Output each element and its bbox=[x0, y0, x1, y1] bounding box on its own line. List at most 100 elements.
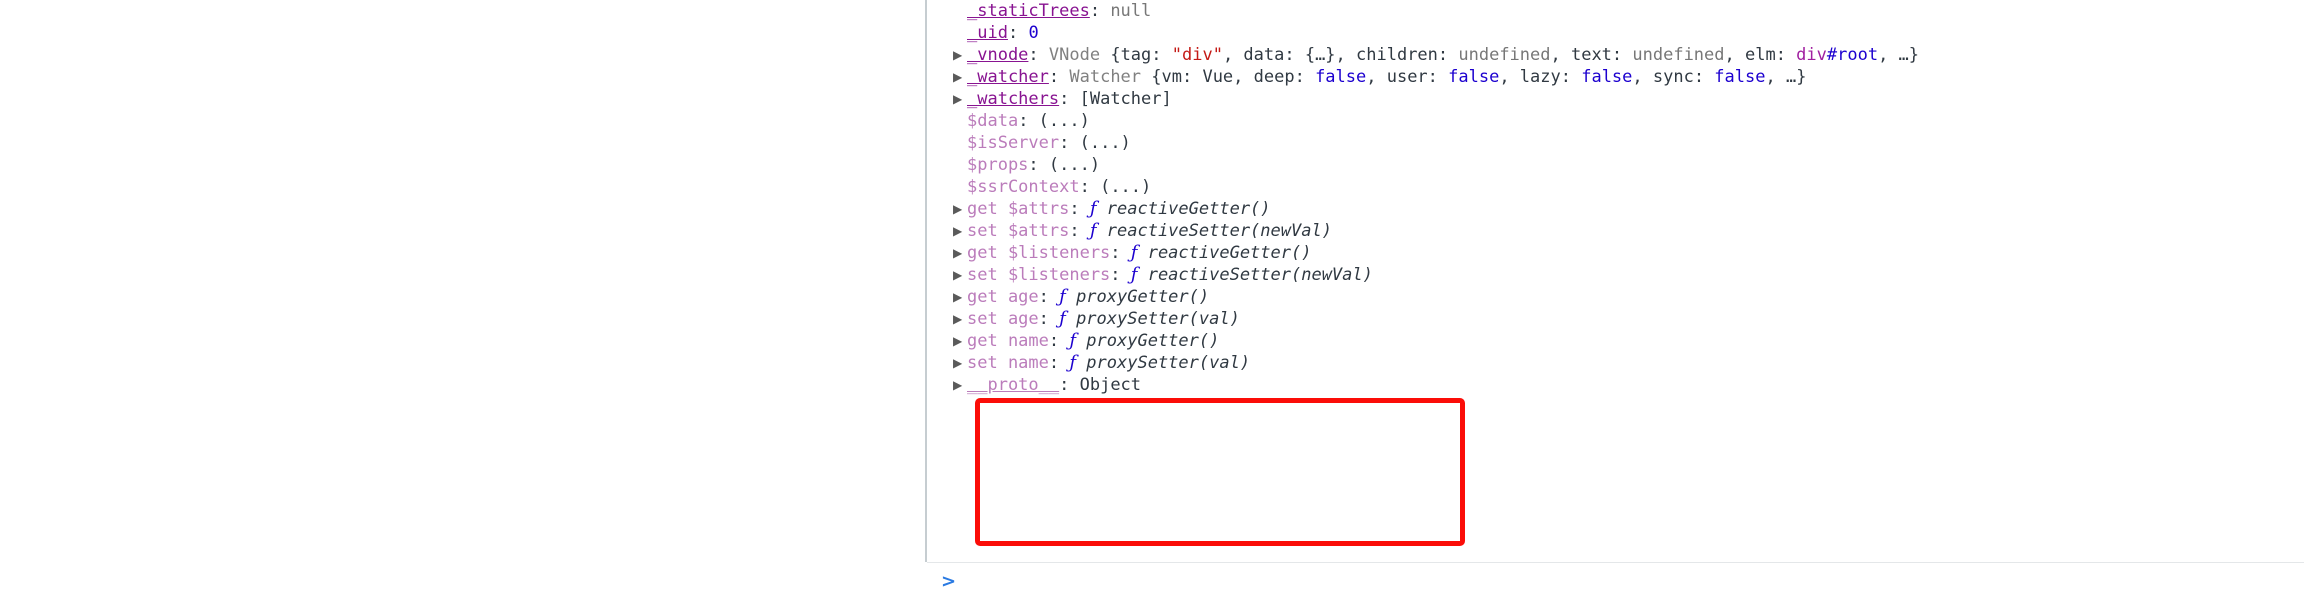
disclosure-triangle-icon[interactable]: ▶ bbox=[953, 308, 967, 330]
console-property-row[interactable]: ▶$ssrContext: (...) bbox=[927, 176, 2304, 198]
property-value: [Watcher] bbox=[1079, 89, 1172, 109]
preview-token: , sync: bbox=[1632, 67, 1715, 87]
property-key: $ssrContext bbox=[967, 177, 1080, 197]
preview-token: {vm: bbox=[1151, 67, 1203, 87]
preview-token: , elm: bbox=[1724, 45, 1797, 65]
key-value-separator: : bbox=[1110, 243, 1131, 263]
disclosure-triangle-icon[interactable]: ▶ bbox=[953, 220, 967, 242]
disclosure-triangle-icon[interactable]: ▶ bbox=[953, 88, 967, 110]
preview-token: Vue bbox=[1202, 67, 1234, 87]
disclosure-triangle-icon[interactable]: ▶ bbox=[953, 352, 967, 374]
function-signature: reactiveSetter(newVal) bbox=[1147, 265, 1373, 285]
console-prompt-row[interactable]: > bbox=[927, 563, 2304, 608]
preview-token: undefined bbox=[1632, 45, 1725, 65]
property-value: (...) bbox=[1038, 111, 1090, 131]
key-value-separator: : bbox=[1048, 331, 1070, 351]
console-property-row[interactable]: ▶ set $attrs: ƒ reactiveSetter(newVal) bbox=[927, 220, 2304, 242]
key-value-separator: : bbox=[1059, 89, 1080, 109]
key-value-separator: : bbox=[1059, 375, 1080, 395]
console-property-row[interactable]: ▶ get $listeners: ƒ reactiveGetter() bbox=[927, 242, 2304, 264]
disclosure-triangle-icon[interactable]: ▶ bbox=[953, 66, 967, 88]
console-property-row[interactable]: ▶ set name: ƒ proxySetter(val) bbox=[927, 352, 2304, 374]
object-class-name: Watcher bbox=[1069, 67, 1152, 87]
console-property-row[interactable]: ▶$props: (...) bbox=[927, 154, 2304, 176]
preview-token: "div" bbox=[1171, 45, 1223, 65]
preview-token: false bbox=[1714, 67, 1766, 87]
console-property-row[interactable]: ▶_staticTrees: null bbox=[927, 0, 2304, 22]
key-value-separator: : bbox=[1089, 1, 1111, 21]
key-value-separator: : bbox=[1079, 177, 1101, 197]
property-key: set $attrs bbox=[967, 221, 1070, 241]
disclosure-triangle-icon[interactable]: ▶ bbox=[953, 198, 967, 220]
preview-token: false bbox=[1448, 67, 1500, 87]
key-value-separator: : bbox=[1028, 45, 1049, 65]
key-value-separator: : bbox=[1069, 199, 1090, 219]
disclosure-triangle-icon[interactable]: ▶ bbox=[953, 330, 967, 352]
key-value-separator: : bbox=[1069, 221, 1090, 241]
console-panel: ▶_staticTrees: null▶_uid: 0▶_vnode: VNod… bbox=[927, 0, 2304, 608]
devtools-console-screenshot: ▶_staticTrees: null▶_uid: 0▶_vnode: VNod… bbox=[0, 0, 2304, 608]
key-value-separator: : bbox=[1018, 111, 1039, 131]
preview-token: false bbox=[1581, 67, 1633, 87]
console-property-row[interactable]: ▶ set $listeners: ƒ reactiveSetter(newVal… bbox=[927, 264, 2304, 286]
preview-token: , children: bbox=[1335, 45, 1459, 65]
console-property-row[interactable]: ▶ get $attrs: ƒ reactiveGetter() bbox=[927, 198, 2304, 220]
property-key: $props bbox=[967, 155, 1029, 175]
property-key: set $listeners bbox=[967, 265, 1111, 285]
console-property-row[interactable]: ▶ get name: ƒ proxyGetter() bbox=[927, 330, 2304, 352]
key-value-separator: : bbox=[1059, 133, 1080, 153]
console-property-row[interactable]: ▶$data: (...) bbox=[927, 110, 2304, 132]
function-signature: proxyGetter() bbox=[1086, 331, 1220, 351]
function-signature: reactiveSetter(newVal) bbox=[1106, 221, 1332, 241]
console-log-output[interactable]: ▶_staticTrees: null▶_uid: 0▶_vnode: VNod… bbox=[927, 0, 2304, 562]
disclosure-triangle-icon[interactable]: ▶ bbox=[953, 44, 967, 66]
property-key: _uid bbox=[967, 23, 1008, 43]
object-class-name: VNode bbox=[1048, 45, 1111, 65]
function-signature: proxySetter(val) bbox=[1076, 309, 1240, 329]
console-property-row[interactable]: ▶ _watchers: [Watcher] bbox=[927, 88, 2304, 110]
preview-token: undefined bbox=[1458, 45, 1551, 65]
console-property-row[interactable]: ▶ __proto__: Object bbox=[927, 374, 2304, 396]
preview-token: #root bbox=[1826, 45, 1879, 65]
console-property-row[interactable]: ▶$isServer: (...) bbox=[927, 132, 2304, 154]
disclosure-triangle-icon[interactable]: ▶ bbox=[953, 374, 967, 396]
console-property-row[interactable]: ▶ get age: ƒ proxyGetter() bbox=[927, 286, 2304, 308]
property-value: Object bbox=[1079, 375, 1142, 395]
property-key: get age bbox=[967, 287, 1039, 307]
console-property-row[interactable]: ▶ _watcher: Watcher {vm: Vue, deep: false… bbox=[927, 66, 2304, 88]
key-value-separator: : bbox=[1048, 353, 1070, 373]
property-value: (...) bbox=[1048, 155, 1101, 175]
property-key: _watchers bbox=[967, 89, 1060, 109]
console-property-row[interactable]: ▶ _vnode: VNode {tag: "div", data: {…}, c… bbox=[927, 44, 2304, 66]
property-key: get $attrs bbox=[967, 199, 1070, 219]
property-key: $data bbox=[967, 111, 1019, 131]
property-key: set name bbox=[967, 353, 1049, 373]
property-key: __proto__ bbox=[967, 375, 1060, 395]
preview-token: , deep: bbox=[1233, 67, 1316, 87]
console-property-row[interactable]: ▶_uid: 0 bbox=[927, 22, 2304, 44]
disclosure-triangle-icon[interactable]: ▶ bbox=[953, 264, 967, 286]
preview-token: div bbox=[1796, 45, 1827, 65]
preview-token: , …} bbox=[1765, 67, 1807, 87]
key-value-separator: : bbox=[1038, 309, 1060, 329]
property-key: get $listeners bbox=[967, 243, 1111, 263]
left-blank-pane bbox=[0, 0, 925, 608]
preview-token: , lazy: bbox=[1499, 67, 1582, 87]
key-value-separator: : bbox=[1028, 155, 1049, 175]
property-key: $isServer bbox=[967, 133, 1060, 153]
prompt-chevron-icon: > bbox=[941, 571, 957, 592]
property-value: (...) bbox=[1079, 133, 1131, 153]
console-property-row[interactable]: ▶ set age: ƒ proxySetter(val) bbox=[927, 308, 2304, 330]
preview-token: {tag: bbox=[1110, 45, 1172, 65]
property-key: _vnode bbox=[967, 45, 1029, 65]
disclosure-triangle-icon[interactable]: ▶ bbox=[953, 242, 967, 264]
preview-token: , data: bbox=[1222, 45, 1305, 65]
console-prompt-input[interactable] bbox=[967, 571, 2271, 597]
function-signature: reactiveGetter() bbox=[1106, 199, 1271, 219]
preview-token: {…} bbox=[1304, 45, 1336, 65]
disclosure-triangle-icon[interactable]: ▶ bbox=[953, 286, 967, 308]
preview-token: false bbox=[1315, 67, 1367, 87]
key-value-separator: : bbox=[1110, 265, 1131, 285]
function-signature: proxySetter(val) bbox=[1086, 353, 1251, 373]
function-signature: proxyGetter() bbox=[1076, 287, 1210, 307]
